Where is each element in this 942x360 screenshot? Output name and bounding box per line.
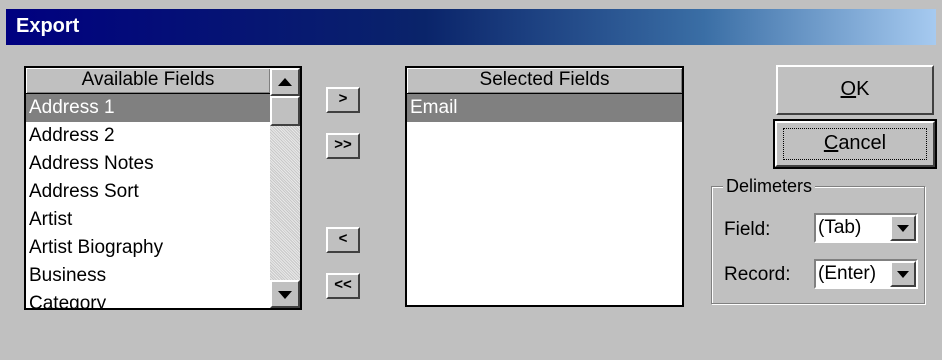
- record-delimiter-select[interactable]: (Enter): [814, 259, 918, 289]
- remove-field-button[interactable]: <: [326, 227, 360, 253]
- chevron-down-icon: [897, 225, 909, 232]
- add-field-button[interactable]: >: [326, 87, 360, 113]
- available-fields-items: Address 1 Address 2 Address Notes Addres…: [26, 94, 270, 308]
- ok-mnemonic: O: [840, 78, 857, 100]
- ok-label: K: [856, 78, 870, 100]
- available-fields-list[interactable]: Available Fields Address 1 Address 2 Add…: [24, 66, 302, 310]
- list-item[interactable]: Address 2: [26, 122, 270, 150]
- export-dialog: Export Available Fields Address 1 Addres…: [0, 0, 942, 360]
- title-bar: Export: [6, 9, 936, 45]
- field-delimiter-select[interactable]: (Tab): [814, 213, 918, 243]
- remove-all-fields-button[interactable]: <<: [326, 273, 360, 299]
- list-item[interactable]: Email: [407, 94, 682, 122]
- record-delimiter-value: (Enter): [818, 263, 877, 284]
- list-item[interactable]: Business: [26, 262, 270, 290]
- ok-button[interactable]: OK: [776, 65, 934, 115]
- window-title: Export: [16, 15, 80, 37]
- field-dropdown-button[interactable]: [890, 215, 916, 241]
- list-item[interactable]: Artist Biography: [26, 234, 270, 262]
- delimiters-group-label: Delimeters: [723, 176, 816, 197]
- selected-fields-list[interactable]: Selected Fields Email: [405, 66, 684, 307]
- scroll-thumb[interactable]: [270, 96, 300, 126]
- vertical-scrollbar[interactable]: [270, 68, 300, 308]
- record-delimiter-label: Record:: [724, 264, 791, 285]
- available-fields-header: Available Fields: [26, 68, 270, 94]
- scroll-up-icon: [278, 78, 292, 86]
- list-item[interactable]: Address Notes: [26, 150, 270, 178]
- list-item[interactable]: Address Sort: [26, 178, 270, 206]
- selected-fields-items: Email: [407, 94, 682, 305]
- record-dropdown-button[interactable]: [890, 261, 916, 287]
- cancel-button[interactable]: Cancel: [775, 121, 935, 167]
- list-item[interactable]: Address 1: [26, 94, 270, 122]
- list-item[interactable]: Category: [26, 290, 270, 308]
- scroll-down-icon: [278, 291, 292, 299]
- selected-fields-header: Selected Fields: [407, 68, 682, 94]
- focus-rect: [783, 128, 927, 160]
- chevron-down-icon: [897, 271, 909, 278]
- scroll-down-button[interactable]: [270, 280, 300, 308]
- list-item[interactable]: Artist: [26, 206, 270, 234]
- field-delimiter-label: Field:: [724, 219, 771, 240]
- add-all-fields-button[interactable]: >>: [326, 133, 360, 159]
- scroll-up-button[interactable]: [270, 68, 300, 96]
- field-delimiter-value: (Tab): [818, 217, 862, 238]
